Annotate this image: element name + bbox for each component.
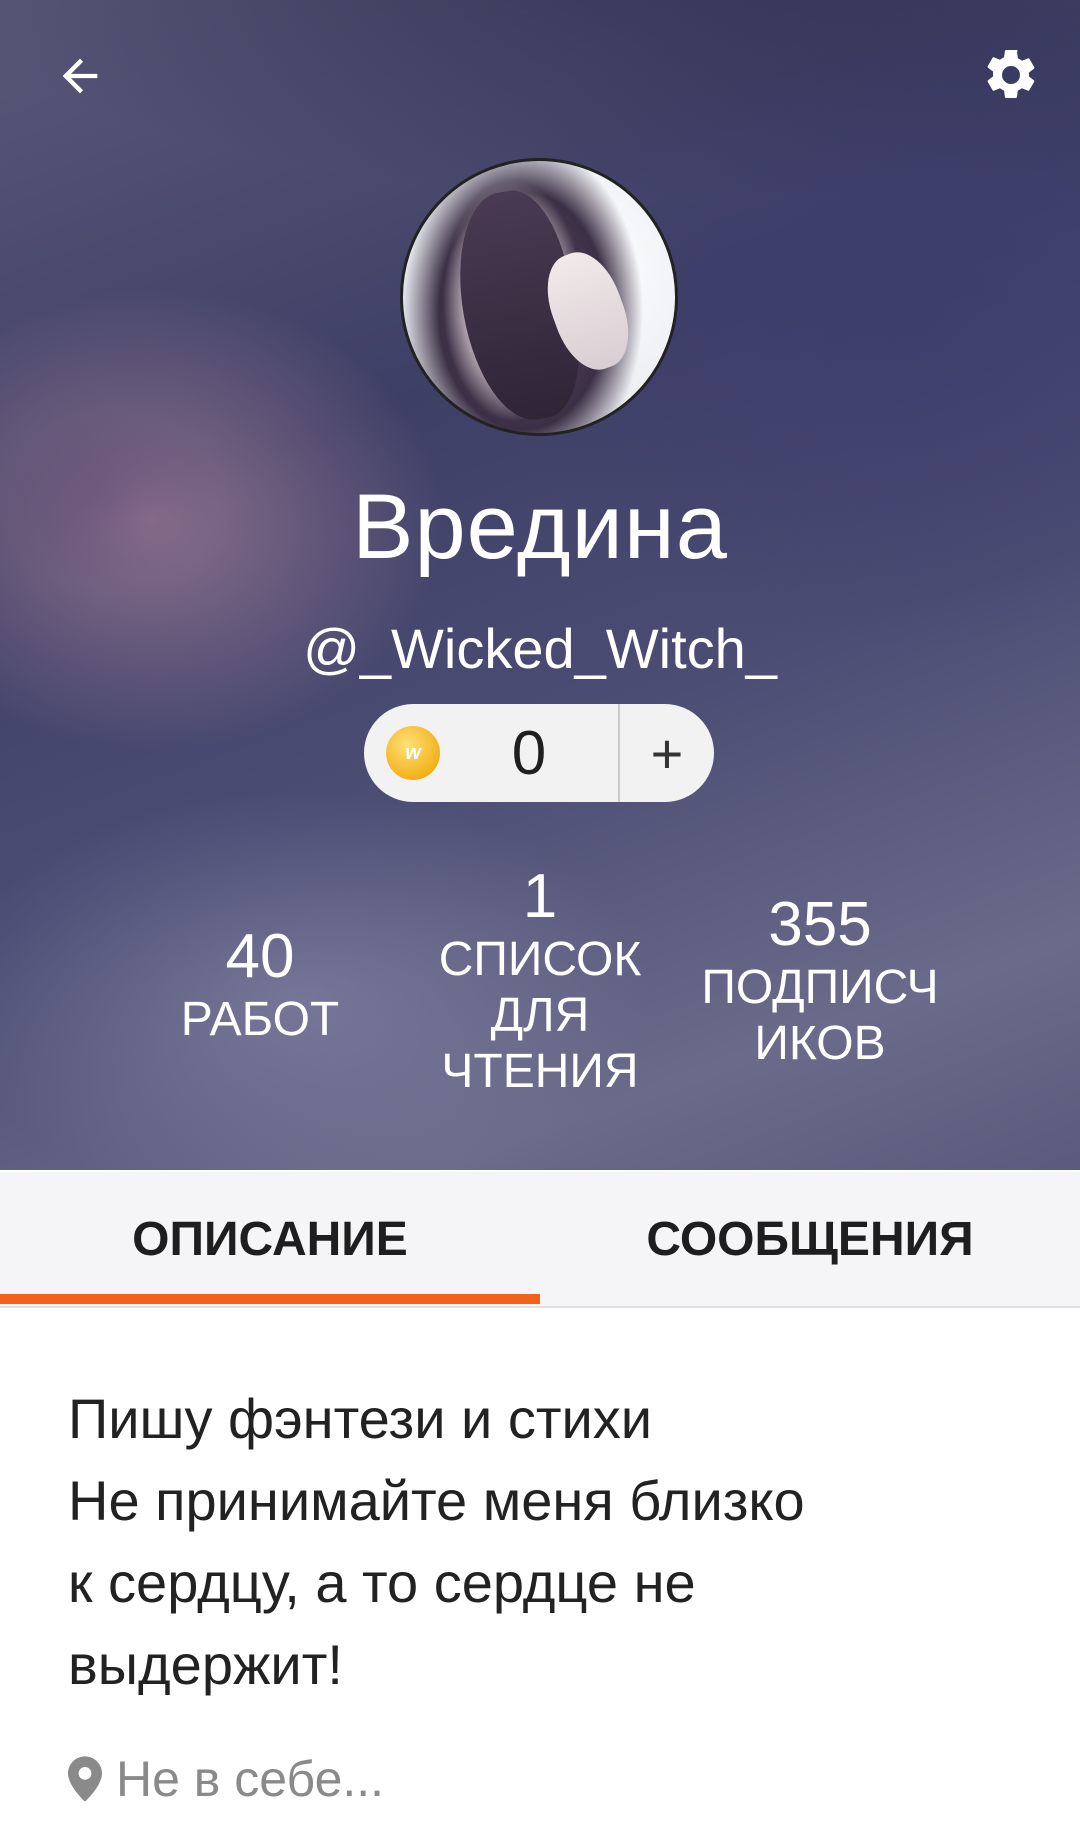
- arrow-left-icon: [62, 58, 98, 94]
- gear-icon: [987, 49, 1035, 98]
- tab-messages[interactable]: СООБЩЕНИЯ: [540, 1172, 1080, 1306]
- profile-location: Не в себе...: [68, 1744, 384, 1814]
- stat-reading-lists[interactable]: 1 СПИСОК ДЛЯ ЧТЕНИЯ: [415, 862, 665, 1100]
- tab-description[interactable]: ОПИСАНИЕ: [0, 1172, 540, 1306]
- settings-button[interactable]: [976, 40, 1046, 110]
- stat-works-value: 40: [225, 922, 295, 991]
- location-text: Не в себе...: [116, 1751, 385, 1807]
- description-line: к сердцу, а то сердце не: [68, 1551, 696, 1614]
- profile-username: @_Wicked_Witch_: [303, 617, 777, 680]
- description-line: Пишу фэнтези и стихи: [68, 1387, 653, 1450]
- profile-tabs: ОПИСАНИЕ СООБЩЕНИЯ: [0, 1172, 1080, 1308]
- description-line: выдержит!: [68, 1633, 343, 1696]
- stat-followers-label-line: ПОДПИСЧ: [701, 961, 939, 1014]
- location-pin-icon: [68, 1756, 102, 1802]
- add-coins-button[interactable]: +: [620, 704, 714, 802]
- stat-followers[interactable]: 355 ПОДПИСЧ ИКОВ: [680, 890, 960, 1072]
- avatar[interactable]: [400, 158, 678, 436]
- profile-header: Вредина @_Wicked_Witch_ w 0 + 40 РАБОТ 1…: [0, 0, 1080, 1170]
- wattpad-coin-icon: w: [386, 726, 440, 780]
- profile-description: Пишу фэнтези и стихи Не принимайте меня …: [68, 1378, 1028, 1706]
- stat-reading-lists-label-line: СПИСОК: [438, 933, 642, 986]
- stat-followers-value: 355: [768, 890, 872, 959]
- stat-followers-label-line: ИКОВ: [754, 1017, 886, 1070]
- stat-works[interactable]: 40 РАБОТ: [160, 922, 360, 1048]
- coin-count: 0: [511, 718, 547, 788]
- stat-reading-lists-label-line: ЧТЕНИЯ: [441, 1045, 639, 1098]
- stat-works-label: РАБОТ: [180, 993, 340, 1046]
- profile-display-name: Вредина: [352, 476, 728, 578]
- active-tab-indicator: [0, 1294, 540, 1304]
- back-button[interactable]: [48, 44, 112, 108]
- coin-balance-pill: w 0 +: [364, 704, 714, 802]
- stat-reading-lists-label-line: ДЛЯ: [490, 989, 590, 1042]
- stat-reading-lists-value: 1: [522, 862, 558, 931]
- description-line: Не принимайте меня близко: [68, 1469, 805, 1532]
